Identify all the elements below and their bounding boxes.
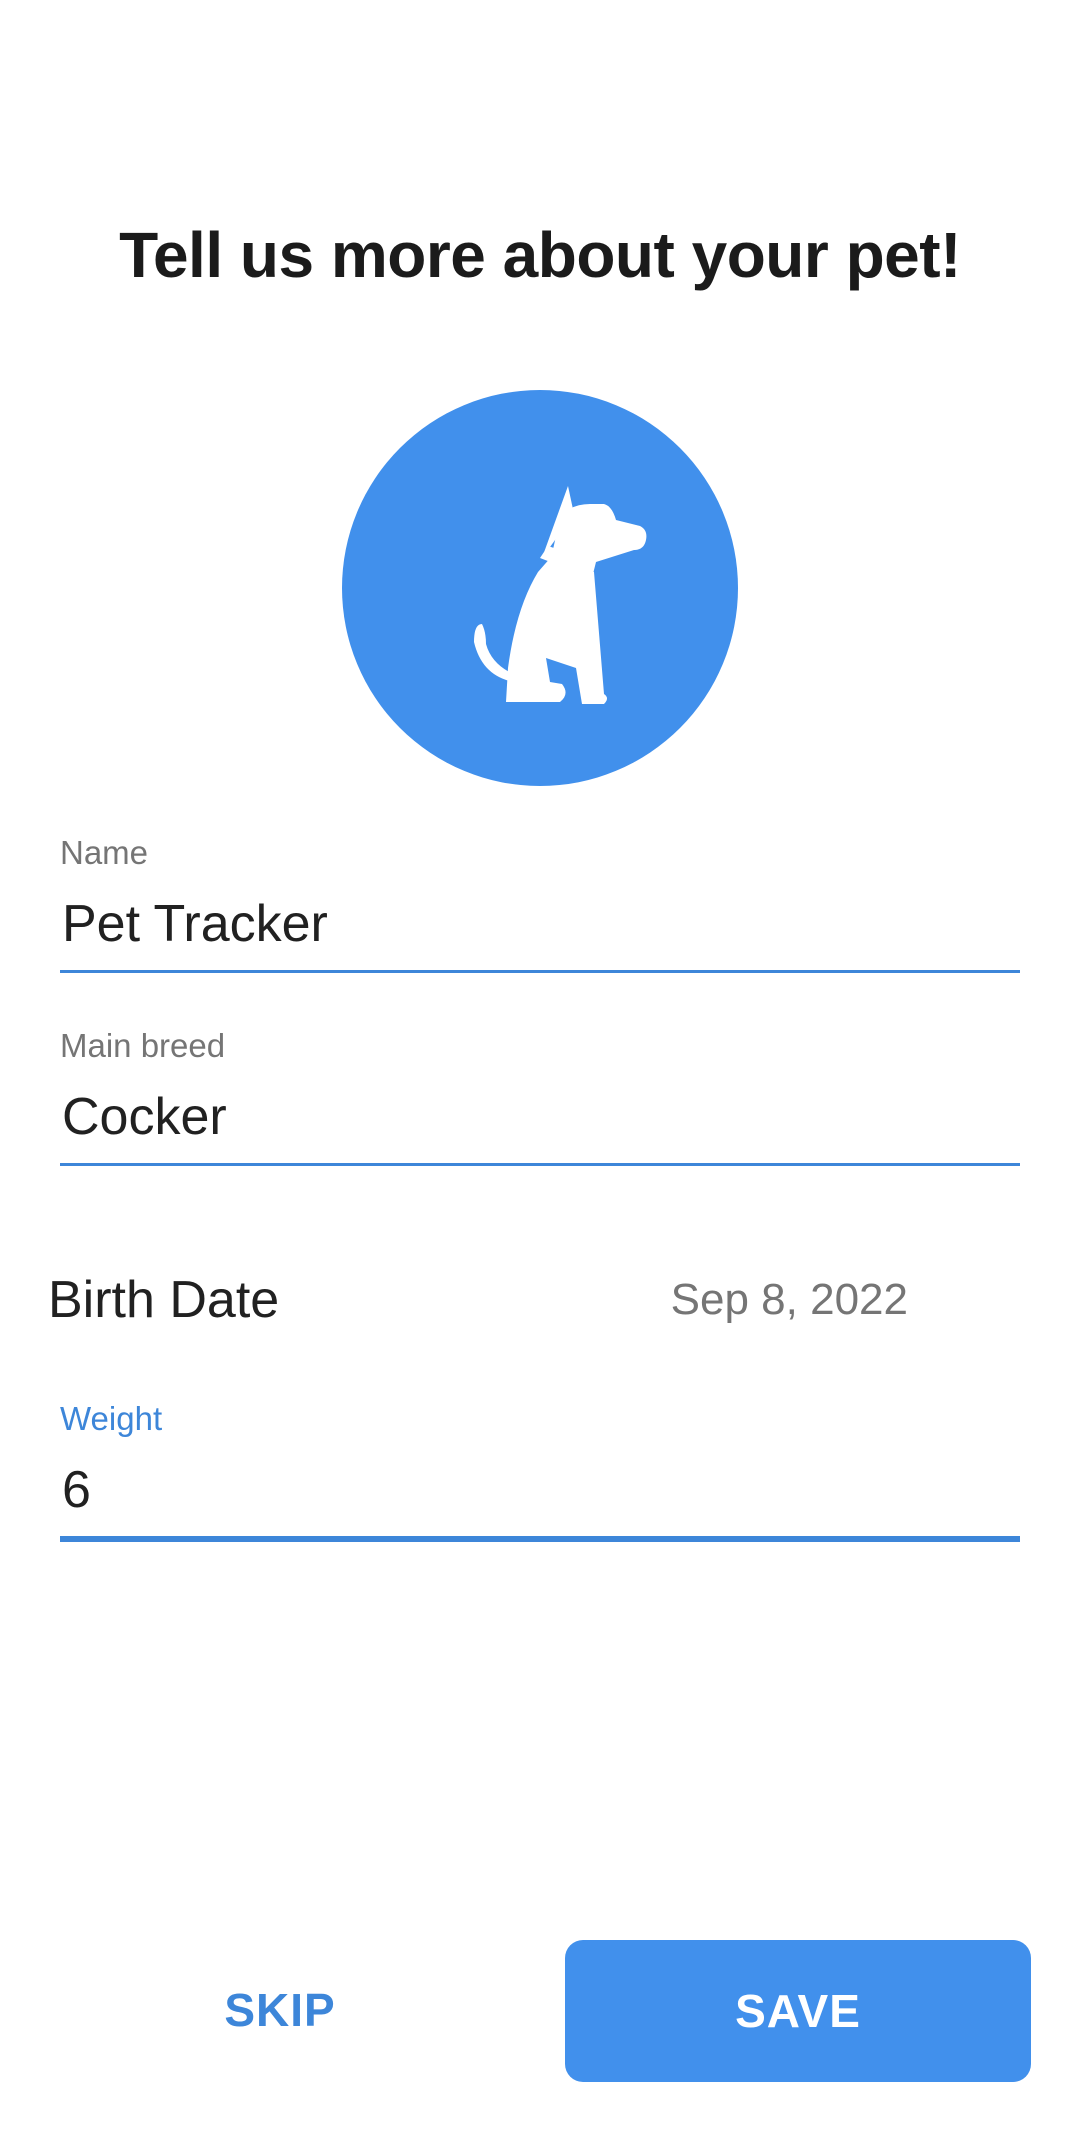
skip-button[interactable]: SKIP — [130, 1940, 430, 2080]
breed-field-underline — [60, 1163, 1020, 1166]
weight-field-underline — [60, 1536, 1020, 1542]
breed-input[interactable]: Cocker — [60, 1077, 1020, 1157]
save-button[interactable]: SAVE — [565, 1940, 1031, 2082]
birth-date-row[interactable]: Birth Date Sep 8, 2022 — [48, 1260, 908, 1340]
name-field-underline — [60, 970, 1020, 973]
weight-field[interactable]: Weight 6 — [60, 1398, 1020, 1542]
pet-details-screen: Tell us more about your pet! Name Pet Tr… — [0, 0, 1080, 2137]
page-title: Tell us more about your pet! — [119, 219, 961, 291]
birth-date-value[interactable]: Sep 8, 2022 — [671, 1260, 908, 1340]
pet-avatar[interactable] — [342, 390, 738, 786]
name-field[interactable]: Name Pet Tracker — [60, 832, 1020, 973]
dog-sitting-icon — [420, 458, 660, 718]
name-field-label: Name — [60, 834, 149, 871]
birth-date-label: Birth Date — [48, 1271, 280, 1329]
weight-input[interactable]: 6 — [60, 1450, 1020, 1530]
breed-field[interactable]: Main breed Cocker — [60, 1025, 1020, 1166]
weight-field-label: Weight — [60, 1400, 163, 1437]
breed-field-label: Main breed — [60, 1027, 226, 1064]
name-input[interactable]: Pet Tracker — [60, 884, 1020, 964]
